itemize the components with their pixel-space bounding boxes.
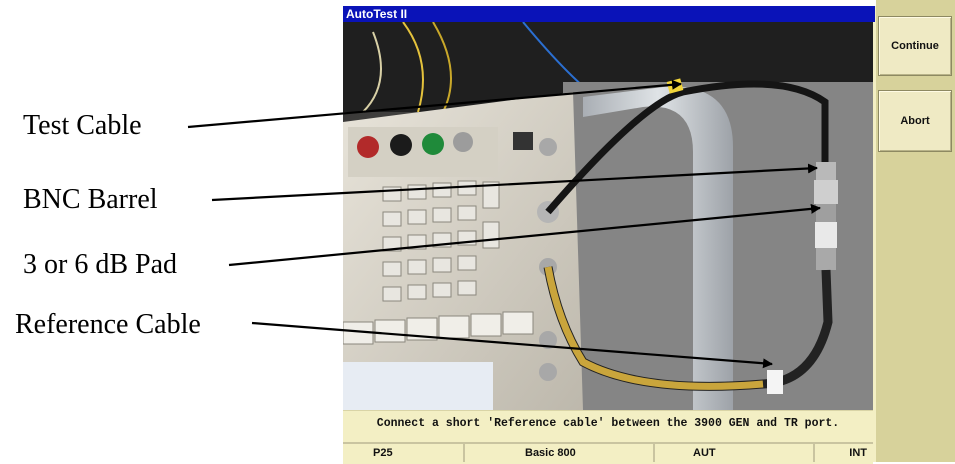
bnc-barrel-arrow [211,163,818,202]
test-cable-arrow [187,79,682,129]
pad-arrow [228,203,821,267]
reference-cable-arrow [251,321,773,369]
annotation-arrows [187,79,821,369]
